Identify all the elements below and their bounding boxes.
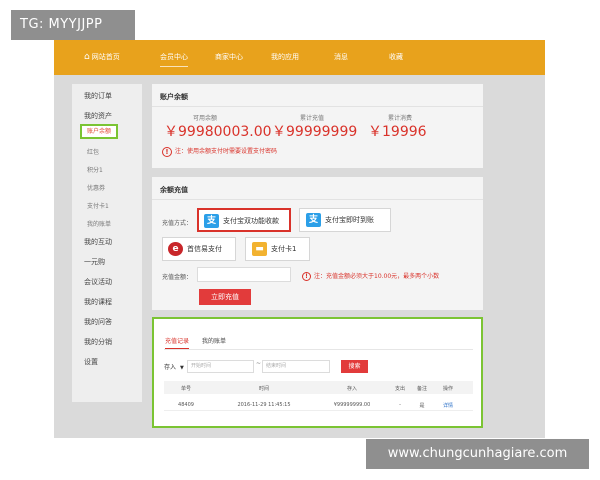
sidebar-item-redpacket[interactable]: 红包 — [87, 147, 99, 156]
home-icon: ⌂ — [84, 52, 90, 62]
type-select[interactable]: 存入 ▼ — [164, 362, 184, 371]
nav-messages[interactable]: 消息 — [334, 40, 348, 75]
sidebar-item-paycard[interactable]: 支付卡1 — [87, 201, 109, 210]
sidebar-item-one-yuan[interactable]: 一元购 — [84, 257, 105, 267]
method-paycard[interactable]: ▬ 支付卡1 — [245, 237, 310, 261]
nav-merchant-center[interactable]: 商家中心 — [215, 40, 243, 75]
available-balance-value: ￥99980003.00 — [164, 124, 272, 140]
sidebar-item-orders[interactable]: 我的订单 — [84, 91, 112, 101]
sidebar-item-points[interactable]: 积分1 — [87, 165, 103, 174]
cell-deposit: ¥99999999.00 — [333, 402, 371, 408]
method-payease[interactable]: e 首信易支付 — [162, 237, 236, 261]
nav-home[interactable]: ⌂ 网站首页 — [84, 40, 120, 75]
balance-note-text: 注：使用余额支付时需要设置支付密码 — [175, 148, 278, 155]
sidebar-item-settings[interactable]: 设置 — [84, 357, 98, 367]
alipay-icon: 支 — [204, 214, 219, 228]
watermark-top: TG: MYYJJPP — [11, 10, 135, 40]
watermark-bottom: www.chungcunhagiare.com — [366, 439, 589, 469]
nav-favorites[interactable]: 收藏 — [389, 40, 403, 75]
records-table-header: 单号 时间 存入 支出 备注 操作 — [164, 381, 473, 394]
sidebar-item-distribution[interactable]: 我的分销 — [84, 337, 112, 347]
alipay-icon: 支 — [306, 213, 321, 227]
sidebar-item-interaction[interactable]: 我的互动 — [84, 237, 112, 247]
amount-note-text: 注：充值金额必须大于10.00元，最多两个小数 — [314, 273, 440, 280]
method-alipay-instant[interactable]: 支 支付宝即时到账 — [299, 208, 391, 232]
details-link[interactable]: 详情 — [443, 402, 453, 409]
col-order-id: 单号 — [180, 386, 192, 392]
sidebar-item-balance[interactable]: 账户余额 — [80, 124, 118, 139]
records-panel: 充值记录 我的账单 存入 ▼ 开始时间 ~ 结束时间 搜索 单号 时间 存入 支… — [152, 317, 483, 428]
method-alipay-dual-label: 支付宝双功能收款 — [223, 217, 279, 225]
type-select-value: 存入 — [164, 364, 177, 371]
amount-label: 充值金额： — [162, 274, 193, 281]
caret-down-icon: ▼ — [179, 365, 184, 371]
recharge-submit-button[interactable]: 立即充值 — [199, 289, 251, 305]
amount-note: ! 注：充值金额必须大于10.00元，最多两个小数 — [302, 271, 439, 281]
member-center-window: ⌂ 网站首页 会员中心 商家中心 我的应用 消息 收藏 我的订单 我的资产 账户余… — [54, 40, 545, 438]
method-alipay-instant-label: 支付宝即时到账 — [325, 216, 374, 224]
sidebar-item-assets[interactable]: 我的资产 — [84, 111, 112, 121]
col-deposit: 存入 — [346, 386, 358, 392]
method-label: 充值方式： — [162, 220, 193, 227]
cell-expense: - — [399, 402, 401, 408]
tab-divider — [164, 349, 473, 350]
method-paycard-label: 支付卡1 — [271, 245, 297, 253]
sidebar-item-coupons[interactable]: 优惠券 — [87, 183, 105, 192]
col-remark: 备注 — [416, 386, 428, 392]
sidebar-item-bills[interactable]: 我的账单 — [87, 219, 111, 228]
total-spent-value: ￥19996 — [368, 124, 427, 140]
payease-icon: e — [168, 242, 183, 256]
table-row: 48409 2016-11-29 11:45:15 ¥99999999.00 -… — [164, 399, 473, 411]
date-separator: ~ — [256, 360, 262, 367]
cell-order-id: 48409 — [178, 402, 194, 408]
balance-note: ! 注：使用余额支付时需要设置支付密码 — [162, 146, 277, 157]
col-action: 操作 — [442, 386, 454, 392]
cell-remark: 是 — [419, 403, 425, 409]
tab-my-bills[interactable]: 我的账单 — [202, 336, 226, 345]
total-recharge-value: ￥99999999 — [272, 124, 358, 140]
nav-member-center[interactable]: 会员中心 — [160, 40, 188, 75]
method-payease-label: 首信易支付 — [187, 245, 222, 253]
method-alipay-dual[interactable]: 支 支付宝双功能收款 — [197, 208, 291, 232]
sidebar-item-courses[interactable]: 我的课程 — [84, 297, 112, 307]
recharge-card: 余额充值 充值方式： 支 支付宝双功能收款 支 支付宝即时到账 e 首信易支付 … — [152, 177, 483, 310]
alert-icon: ! — [162, 146, 172, 157]
top-navigation: ⌂ 网站首页 会员中心 商家中心 我的应用 消息 收藏 — [54, 40, 545, 75]
card-icon: ▬ — [252, 242, 267, 256]
nav-my-apps[interactable]: 我的应用 — [271, 40, 299, 75]
col-expense: 支出 — [394, 386, 406, 392]
balance-title: 账户余额 — [160, 93, 188, 101]
sidebar: 我的订单 我的资产 账户余额 红包 积分1 优惠券 支付卡1 我的账单 我的互动… — [72, 84, 142, 402]
search-button[interactable]: 搜索 — [341, 360, 368, 373]
recharge-divider — [152, 199, 483, 200]
sidebar-item-qa[interactable]: 我的问答 — [84, 317, 112, 327]
col-time: 时间 — [258, 386, 270, 392]
end-date-input[interactable]: 结束时间 — [262, 360, 330, 373]
balance-divider — [152, 106, 483, 107]
nav-home-label: 网站首页 — [91, 53, 120, 61]
tab-recharge-records[interactable]: 充值记录 — [165, 336, 190, 349]
balance-card: 账户余额 可用余额 ￥99980003.00 累计充值 ￥99999999 累计… — [152, 84, 483, 168]
cell-time: 2016-11-29 11:45:15 — [237, 402, 291, 408]
alert-icon: ! — [302, 272, 311, 281]
start-date-input[interactable]: 开始时间 — [187, 360, 254, 373]
amount-input[interactable] — [197, 267, 291, 282]
sidebar-item-events[interactable]: 会议活动 — [84, 277, 112, 287]
recharge-title: 余额充值 — [160, 186, 188, 194]
